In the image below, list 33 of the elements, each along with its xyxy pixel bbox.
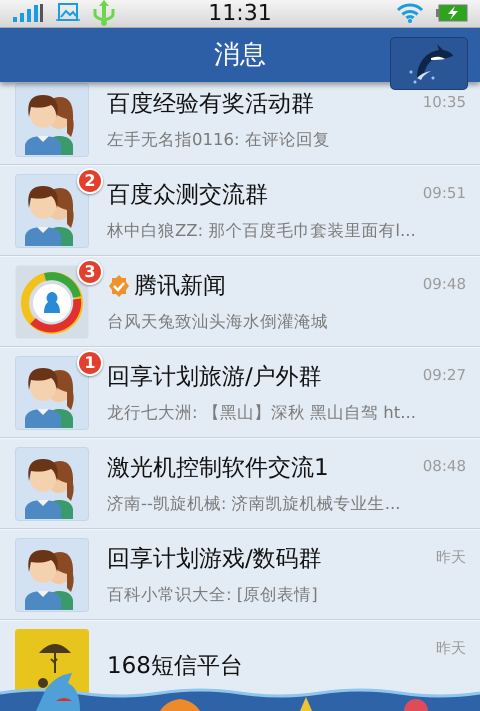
message-preview: 济南--凯旋机械: 济南凯旋机械专业生...: [107, 493, 402, 515]
dolphin-button[interactable]: [390, 36, 468, 90]
message-time: 09:48: [422, 275, 466, 293]
wifi-icon: [396, 3, 424, 24]
conversation-name: 168短信平台: [107, 652, 243, 681]
message-preview: 左手无名指0116: 在评论回复: [107, 129, 331, 151]
conversation-name: 百度众测交流群: [107, 181, 268, 210]
usb-icon: [92, 0, 116, 26]
unread-count-badge: 1: [77, 350, 103, 376]
group-avatar-icon: [15, 538, 89, 612]
conversation-name: 回享计划旅游/户外群: [107, 363, 322, 392]
message-preview: 林中白狼ZZ: 那个百度毛巾套装里面有l...: [107, 220, 417, 242]
signal-icon: [12, 4, 44, 22]
message-time: 09:51: [422, 184, 466, 202]
message-time: 昨天: [436, 548, 466, 567]
message-time: 10:35: [422, 93, 466, 111]
conversation-name: 激光机控制软件交流1: [107, 454, 329, 483]
group-avatar-icon: [15, 446, 89, 520]
clock-time: 11:31: [208, 0, 272, 26]
conversation-name: 腾讯新闻: [134, 272, 226, 301]
battery-charging-icon: [436, 4, 468, 22]
message-time: 08:48: [422, 457, 466, 475]
header-title: 消息: [214, 39, 266, 72]
conversation-name: 回享计划游戏/数码群: [107, 545, 322, 574]
unread-count-badge: 3: [77, 258, 103, 284]
message-time: 昨天: [436, 639, 466, 658]
conversation-name: 百度经验有奖活动群: [107, 90, 314, 119]
message-preview: 台风天兔致汕头海水倒灌淹城: [107, 311, 329, 333]
message-time: 09:27: [422, 366, 466, 384]
unread-count-badge: 2: [77, 168, 103, 194]
message-preview: 百科小常识大全: [原创表情]: [107, 584, 319, 606]
group-avatar-icon: [15, 82, 89, 156]
message-preview: 龙行七大洲: 【黑山】深秋 黑山自驾 ht...: [107, 402, 417, 424]
